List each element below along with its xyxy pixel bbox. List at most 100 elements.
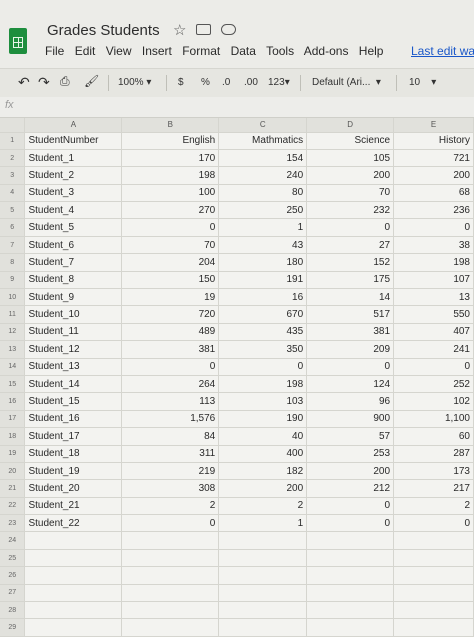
paint-format-icon[interactable]: 🖌	[84, 74, 99, 88]
cell[interactable]: 100	[121, 184, 220, 203]
cell[interactable]: 219	[121, 462, 220, 481]
cell[interactable]	[24, 584, 123, 603]
cell[interactable]	[24, 618, 123, 637]
cell[interactable]	[121, 566, 220, 585]
cell[interactable]	[393, 566, 474, 585]
cell[interactable]: 241	[393, 340, 474, 359]
row-number[interactable]: 24	[0, 531, 26, 550]
cell[interactable]	[218, 584, 308, 603]
percent-format-button[interactable]: %	[201, 77, 210, 88]
cell[interactable]: 900	[306, 410, 395, 429]
cell[interactable]: 60	[393, 427, 474, 446]
cell[interactable]	[306, 601, 395, 620]
print-icon[interactable]: ⎙	[60, 74, 70, 89]
cell[interactable]: Student_3	[24, 184, 123, 203]
row-number[interactable]: 19	[0, 445, 26, 463]
cell[interactable]: 435	[218, 323, 308, 342]
cell[interactable]: 407	[393, 323, 474, 342]
cell[interactable]	[121, 618, 220, 637]
row-number[interactable]: 7	[0, 236, 26, 255]
cell[interactable]: Student_22	[24, 514, 123, 533]
cell[interactable]	[393, 584, 474, 603]
row-number[interactable]: 14	[0, 358, 26, 376]
row-number[interactable]: 13	[0, 340, 26, 359]
cell[interactable]: 232	[306, 201, 395, 220]
cell[interactable]: Student_16	[24, 410, 123, 429]
row-number[interactable]: 16	[0, 392, 26, 411]
cell[interactable]: 200	[393, 166, 474, 185]
cell[interactable]: 70	[306, 184, 395, 203]
cell[interactable]	[24, 601, 123, 620]
column-header[interactable]: D	[306, 118, 395, 133]
cell[interactable]: 287	[393, 445, 474, 463]
menu-help[interactable]: Help	[359, 44, 384, 58]
cell[interactable]: 38	[393, 236, 474, 255]
last-edit-link[interactable]: Last edit wa	[411, 44, 474, 58]
cell[interactable]	[393, 531, 474, 550]
cell[interactable]: 102	[393, 392, 474, 411]
cell[interactable]: 191	[218, 271, 308, 290]
cell[interactable]: 236	[393, 201, 474, 220]
cell[interactable]: Student_9	[24, 288, 123, 307]
cell[interactable]: 200	[306, 462, 395, 481]
font-size-select[interactable]: 10 ▾	[409, 77, 436, 88]
cell[interactable]	[24, 549, 123, 568]
cell[interactable]: 0	[393, 218, 474, 237]
row-number[interactable]: 6	[0, 218, 26, 237]
row-number[interactable]: 23	[0, 514, 26, 533]
column-header[interactable]: A	[24, 118, 123, 133]
select-all-corner[interactable]	[0, 118, 26, 133]
cell[interactable]: Student_7	[24, 253, 123, 272]
cell[interactable]: 40	[218, 427, 308, 446]
decrease-decimals-button[interactable]: .0	[222, 77, 230, 88]
cell[interactable]: 0	[306, 497, 395, 516]
cell[interactable]: 721	[393, 149, 474, 168]
cell[interactable]: Student_14	[24, 375, 123, 394]
row-number[interactable]: 3	[0, 166, 26, 185]
cell[interactable]: 270	[121, 201, 220, 220]
row-number[interactable]: 5	[0, 201, 26, 220]
cell[interactable]: 489	[121, 323, 220, 342]
currency-format-button[interactable]: $	[178, 77, 184, 88]
cell[interactable]: 200	[306, 166, 395, 185]
cell[interactable]: 0	[218, 358, 308, 376]
cell[interactable]: 152	[306, 253, 395, 272]
cell[interactable]: 198	[218, 375, 308, 394]
cell[interactable]: 311	[121, 445, 220, 463]
menu-data[interactable]: Data	[231, 44, 256, 58]
row-number[interactable]: 15	[0, 375, 26, 394]
more-formats-button[interactable]: 123▾	[268, 77, 290, 88]
cell[interactable]: Student_2	[24, 166, 123, 185]
cell[interactable]: 16	[218, 288, 308, 307]
cell[interactable]: 13	[393, 288, 474, 307]
cell[interactable]: Student_17	[24, 427, 123, 446]
row-number[interactable]: 8	[0, 253, 26, 272]
cell[interactable]	[393, 549, 474, 568]
cell[interactable]: Student_11	[24, 323, 123, 342]
column-header[interactable]: C	[218, 118, 308, 133]
cell[interactable]: 43	[218, 236, 308, 255]
row-number[interactable]: 18	[0, 427, 26, 446]
cell[interactable]: 0	[121, 514, 220, 533]
cell[interactable]: 217	[393, 479, 474, 498]
document-title[interactable]: Grades Students	[47, 22, 160, 39]
row-number[interactable]: 25	[0, 549, 26, 568]
cell[interactable]	[24, 531, 123, 550]
cell[interactable]: 517	[306, 305, 395, 324]
row-number[interactable]: 12	[0, 323, 26, 342]
row-number[interactable]: 29	[0, 618, 26, 637]
cell[interactable]: Student_5	[24, 218, 123, 237]
cell[interactable]: 103	[218, 392, 308, 411]
cell[interactable]: 200	[218, 479, 308, 498]
cell[interactable]: 198	[121, 166, 220, 185]
cell[interactable]: 2	[218, 497, 308, 516]
cell[interactable]: 198	[393, 253, 474, 272]
cell[interactable]	[121, 531, 220, 550]
cell[interactable]: 0	[393, 514, 474, 533]
cell[interactable]: 253	[306, 445, 395, 463]
cell[interactable]: Student_12	[24, 340, 123, 359]
cell[interactable]: 240	[218, 166, 308, 185]
cell[interactable]: 1,576	[121, 410, 220, 429]
menu-view[interactable]: View	[106, 44, 132, 58]
cell[interactable]: Mathmatics	[218, 132, 308, 150]
